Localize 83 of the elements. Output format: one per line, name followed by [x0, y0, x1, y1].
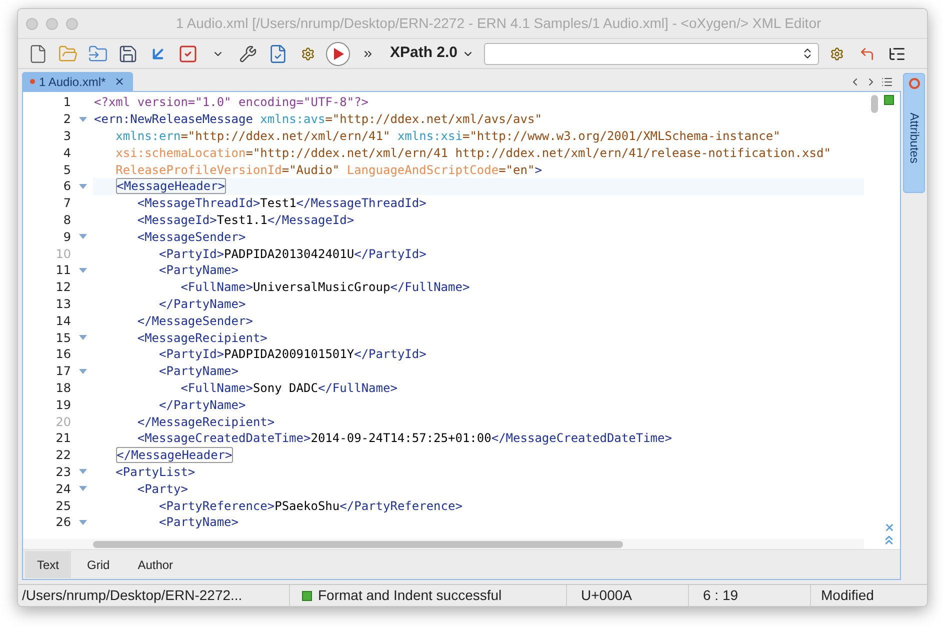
code-line: </PartyName>	[158, 296, 246, 312]
window-control-icon[interactable]	[46, 18, 58, 30]
fold-icon[interactable]	[79, 234, 87, 240]
vertical-scrollbar[interactable]	[870, 95, 878, 113]
fold-icon[interactable]	[79, 335, 87, 340]
mode-tab[interactable]: Text	[25, 551, 72, 578]
line-number: 20	[56, 414, 71, 431]
code-line: </MessageSender>	[136, 312, 253, 329]
line-number: 17	[56, 363, 71, 380]
code-line: <?xml version="1.0" encoding="UTF-8"?>	[93, 94, 369, 110]
code-line: <Party>	[136, 480, 188, 497]
line-number: 15	[56, 330, 71, 347]
status-square-icon	[884, 95, 894, 105]
window-control-icon[interactable]	[26, 18, 38, 30]
fold-icon[interactable]	[79, 116, 87, 122]
line-number: 4	[63, 144, 71, 162]
code-line: </PartyName>	[158, 396, 246, 413]
code-line: <ern:NewReleaseMessage xmlns:avs="http://ddex.net/xml/avs/avs"	[93, 111, 542, 128]
line-number: 11	[56, 262, 71, 280]
fold-icon[interactable]	[79, 469, 87, 474]
mode-tab[interactable]: Grid	[75, 551, 122, 578]
code-line: </MessageRecipient>	[136, 414, 275, 430]
window-title: 1 Audio.xml [/Users/nrump/Desktop/ERN-2272 - ERN 4.1 Samples/1 Audio.xml] - <oXygen/> XML Editor	[176, 14, 822, 33]
code-line: <PartyReference>PSaekoShu</PartyReference>	[158, 498, 462, 514]
code-line: <MessageRecipient>	[136, 330, 268, 346]
code-line: <FullName>Sony DADC</FullName>	[180, 380, 398, 396]
success-square-icon	[302, 590, 312, 600]
code-line: <FullName>UniversalMusicGroup</FullName>	[180, 279, 470, 296]
cursor-position: 6 : 19	[689, 585, 811, 606]
mode-tab[interactable]: Author	[126, 551, 186, 578]
line-number: 25	[56, 498, 71, 515]
fold-icon[interactable]	[79, 268, 87, 273]
code-line: <PartyName>	[158, 514, 238, 530]
code-line: xsi:schemaLocation="http://ddex.net/xml/ern/41 http://ddex.net/xml/ern/41/release-notification.xsd"	[114, 144, 831, 161]
xpath-field[interactable]	[484, 42, 819, 64]
code-line: <MessageCreatedDateTime>2014-09-24T14:57:25+01:00</MessageCreatedDateTime>	[136, 430, 672, 446]
line-number: 2	[63, 111, 71, 128]
line-number: 13	[56, 296, 71, 313]
play-icon[interactable]	[326, 42, 350, 66]
line-number: 14	[56, 312, 71, 330]
panel-logo-icon	[908, 78, 920, 89]
code-line: <MessageThreadId>Test1</MessageThreadId>	[136, 195, 426, 212]
line-number: 18	[56, 380, 71, 397]
line-number: 5	[63, 162, 71, 179]
line-number: 1	[63, 94, 71, 112]
line-number: 3	[63, 128, 71, 145]
close-icon[interactable]	[114, 76, 125, 87]
line-number: 9	[63, 228, 71, 246]
code-line: <MessageId>Test1.1</MessageId>	[136, 212, 354, 228]
code-line: <PartyName>	[158, 363, 238, 380]
close-icon[interactable]	[884, 522, 894, 533]
line-number: 26	[56, 514, 71, 532]
file-path: /Users/nrump/Desktop/ERN-2272...	[18, 585, 290, 606]
line-number: 10	[56, 246, 71, 263]
line-number: 24	[56, 480, 71, 498]
fold-icon[interactable]	[79, 368, 87, 374]
code-line: xmlns:ern="http://ddex.net/xml/ern/41" xmlns:xsi="http://www.w3.org/2001/XMLSchema-instance"	[114, 128, 780, 144]
code-line: <PartyId>PADPIDA2013042401U</PartyId>	[158, 246, 426, 262]
code-line: <PartyName>	[158, 262, 238, 278]
line-number: 19	[56, 396, 71, 414]
line-number: 7	[63, 195, 71, 212]
code-line: <PartyList>	[114, 464, 196, 480]
document-state: Modified	[820, 586, 875, 605]
code-line: <MessageSender>	[136, 228, 246, 245]
code-line: <PartyId>PADPIDA2009101501Y</PartyId>	[158, 346, 426, 362]
fold-icon[interactable]	[79, 184, 87, 189]
status-message: Format and Indent successful	[318, 586, 502, 605]
character-code: U+000A	[567, 585, 689, 606]
line-number: 12	[56, 279, 71, 296]
line-number: 6	[63, 178, 71, 196]
xpath-dropdown[interactable]: XPath 2.0	[386, 42, 478, 65]
line-number: 16	[56, 346, 71, 364]
code-line: ReleaseProfileVersionId="Audio" LanguageAndScriptCode="en">	[114, 162, 542, 178]
line-number: 21	[56, 430, 71, 448]
line-number: 23	[56, 464, 71, 481]
attributes-side-tab[interactable]: Attributes	[903, 73, 925, 193]
editor-tab[interactable]: 1 Audio.xml*	[22, 72, 133, 91]
line-number: 8	[63, 212, 71, 229]
window-control-icon[interactable]	[66, 18, 78, 30]
line-number: 22	[56, 447, 71, 464]
fold-icon[interactable]	[79, 520, 87, 525]
horizontal-scrollbar[interactable]	[93, 540, 623, 548]
fold-icon[interactable]	[79, 486, 87, 492]
